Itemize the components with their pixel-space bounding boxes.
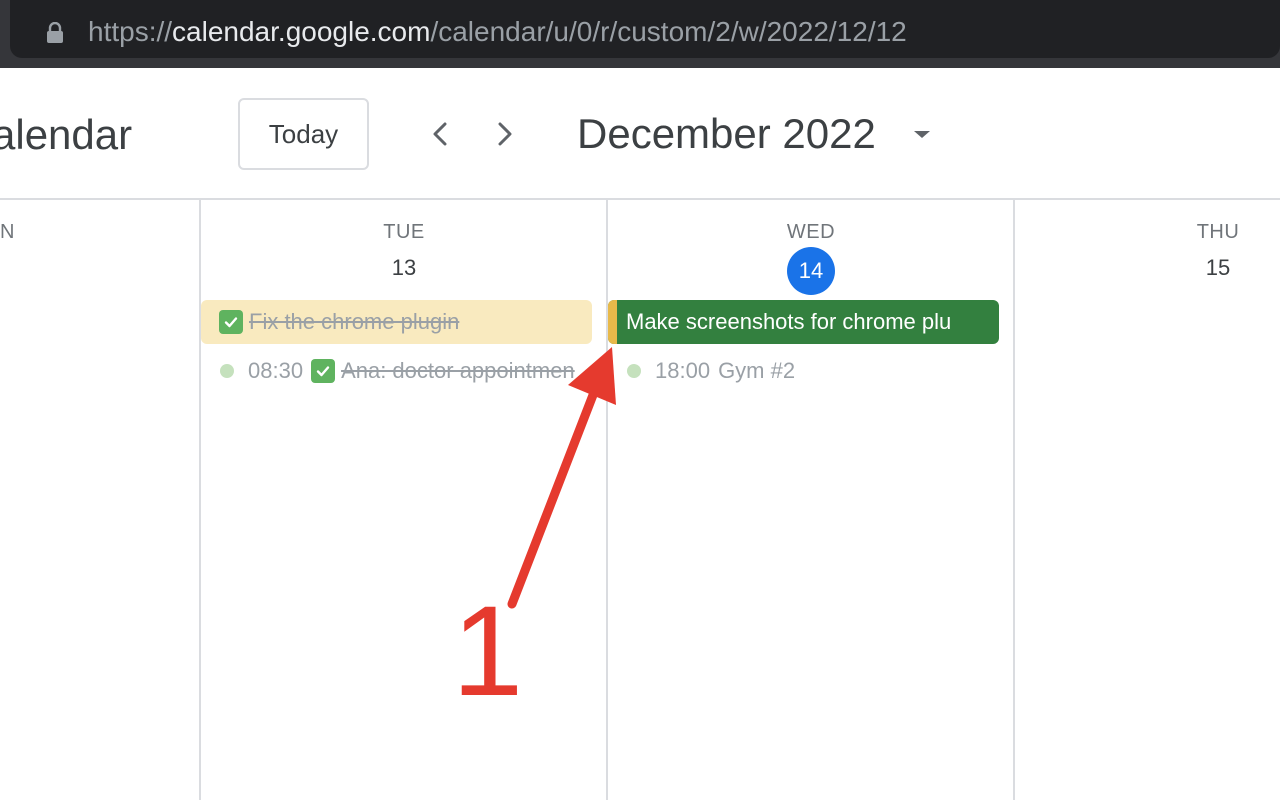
day-header-mon[interactable]: ON 2 xyxy=(0,220,24,282)
event-dot xyxy=(220,364,234,378)
event-gym[interactable]: 18:00 Gym #2 xyxy=(627,356,999,386)
annotation-number: 1 xyxy=(452,580,524,723)
today-button[interactable]: Today xyxy=(238,98,369,170)
header-divider xyxy=(0,198,1280,200)
event-make-screenshots[interactable]: Make screenshots for chrome plu xyxy=(608,300,999,344)
day-number[interactable]: 13 xyxy=(354,254,454,282)
column-divider xyxy=(199,200,201,800)
url-text[interactable]: https://calendar.google.com/calendar/u/0… xyxy=(88,14,907,50)
checkmark-icon xyxy=(311,359,336,383)
url-scheme: https:// xyxy=(88,16,173,47)
event-time: 18:00 xyxy=(655,358,711,383)
caret-down-icon[interactable] xyxy=(912,127,932,141)
event-time: 08:30 xyxy=(248,358,304,383)
day-name: THU xyxy=(1196,221,1240,243)
event-ana-doctor[interactable]: 08:30 Ana: doctor appointmen xyxy=(220,356,592,386)
url-host: calendar.google.com xyxy=(172,16,431,47)
event-label: Make screenshots for chrome plu xyxy=(626,309,952,334)
month-title[interactable]: December 2022 xyxy=(577,108,876,160)
column-divider xyxy=(606,200,608,800)
next-period-button[interactable] xyxy=(481,110,529,158)
day-header-tue[interactable]: TUE 13 xyxy=(354,220,454,282)
day-number[interactable]: 15 xyxy=(1168,254,1268,282)
day-name: TUE xyxy=(383,221,425,243)
event-dot xyxy=(627,364,641,378)
app-title: alendar xyxy=(0,111,133,158)
checkmark-icon xyxy=(219,310,243,334)
browser-toolbar: https://calendar.google.com/calendar/u/0… xyxy=(0,0,1280,68)
chevron-right-icon xyxy=(498,122,512,146)
day-name: ON xyxy=(0,221,15,243)
column-divider xyxy=(1013,200,1015,800)
day-number[interactable]: 2 xyxy=(0,254,24,282)
today-date-circle[interactable]: 14 xyxy=(787,247,835,295)
event-label: Fix the chrome plugin xyxy=(249,309,460,334)
day-header-wed[interactable]: WED xyxy=(761,220,861,244)
event-fix-chrome-plugin[interactable]: Fix the chrome plugin xyxy=(201,300,592,344)
chevron-left-icon xyxy=(433,122,447,146)
day-header-thu[interactable]: THU 15 xyxy=(1168,220,1268,282)
event-label: Ana: doctor appointmen xyxy=(341,358,575,383)
day-name: WED xyxy=(786,221,836,243)
event-color-accent xyxy=(608,300,617,344)
lock-icon xyxy=(47,22,63,43)
previous-period-button[interactable] xyxy=(416,110,464,158)
event-label: Gym #2 xyxy=(718,358,796,383)
address-bar[interactable]: https://calendar.google.com/calendar/u/0… xyxy=(10,0,1280,58)
url-path: /calendar/u/0/r/custom/2/w/2022/12/12 xyxy=(430,16,907,47)
